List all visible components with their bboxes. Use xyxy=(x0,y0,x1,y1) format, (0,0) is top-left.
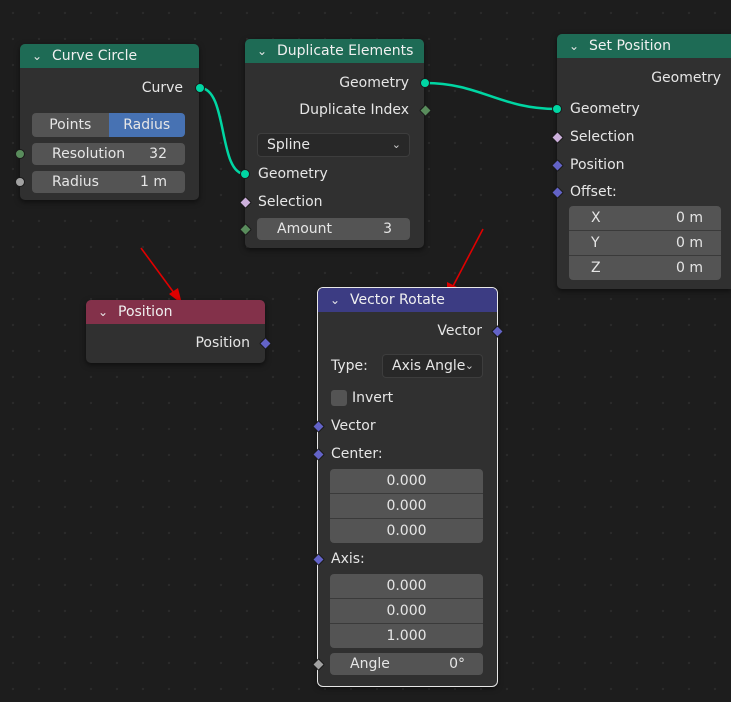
input-vector-label: Vector xyxy=(331,418,376,434)
center-x-field[interactable]: 0.000 xyxy=(330,469,483,494)
type-value: Axis Angle xyxy=(392,358,466,374)
offset-x-label: X xyxy=(591,210,601,226)
resolution-field[interactable]: Resolution 32 xyxy=(32,143,185,165)
offset-y-value: 0 m xyxy=(676,235,703,251)
output-geometry-label: Geometry xyxy=(651,70,721,86)
radius-socket[interactable] xyxy=(15,177,25,187)
radius-value: 1 m xyxy=(140,174,167,190)
axis-vector-fields[interactable]: 0.000 0.000 1.000 xyxy=(330,574,483,648)
chevron-down-icon[interactable]: ⌄ xyxy=(569,34,579,58)
set-position-node[interactable]: ⌄ Set Position Geometry Geometry Selecti… xyxy=(551,34,731,289)
offset-x-value: 0 m xyxy=(676,210,703,226)
axis-label: Axis: xyxy=(331,551,365,567)
node-title: Vector Rotate xyxy=(350,292,445,308)
resolution-label: Resolution xyxy=(52,146,126,162)
input-geometry-socket[interactable] xyxy=(552,104,562,114)
input-selection-label: Selection xyxy=(258,194,323,210)
axis-x-field[interactable]: 0.000 xyxy=(330,574,483,599)
mode-radius-button[interactable]: Radius xyxy=(108,113,185,137)
offset-z-field[interactable]: Z 0 m xyxy=(569,256,721,280)
invert-label: Invert xyxy=(352,390,394,406)
position-node[interactable]: ⌄ Position Position xyxy=(86,300,272,363)
dropdown-arrow-icon: ⌄ xyxy=(391,138,401,151)
type-label: Type: xyxy=(331,358,368,374)
vector-rotate-node[interactable]: ⌄ Vector Rotate Vector Type: Axis Angle … xyxy=(312,287,504,687)
angle-field[interactable]: Angle 0° xyxy=(330,653,483,675)
dropdown-arrow-icon: ⌄ xyxy=(464,359,474,372)
position-header[interactable]: ⌄ Position xyxy=(86,300,265,324)
output-position-label: Position xyxy=(195,335,250,351)
amount-value: 3 xyxy=(383,221,392,237)
node-title: Position xyxy=(118,304,173,320)
annotation-arrow-right xyxy=(447,228,484,297)
resolution-socket[interactable] xyxy=(15,149,25,159)
offset-z-label: Z xyxy=(591,260,601,276)
resolution-value: 32 xyxy=(149,146,167,162)
output-curve-label: Curve xyxy=(141,80,183,96)
input-geometry-label: Geometry xyxy=(570,101,640,117)
input-geometry-socket[interactable] xyxy=(240,169,250,179)
output-vector-label: Vector xyxy=(437,323,482,339)
radius-label: Radius xyxy=(52,174,99,190)
link-geometry-to-geometry xyxy=(424,81,558,111)
duplicate-elements-header[interactable]: ⌄ Duplicate Elements xyxy=(245,39,424,63)
invert-checkbox[interactable] xyxy=(331,390,347,406)
type-dropdown[interactable]: Axis Angle ⌄ xyxy=(382,354,483,378)
center-label: Center: xyxy=(331,446,383,462)
curve-circle-header[interactable]: ⌄ Curve Circle xyxy=(20,44,199,68)
set-position-header[interactable]: ⌄ Set Position xyxy=(557,34,731,58)
node-title: Duplicate Elements xyxy=(277,43,414,59)
amount-field[interactable]: Amount 3 xyxy=(257,218,410,240)
output-geometry-label: Geometry xyxy=(339,75,409,91)
offset-z-value: 0 m xyxy=(676,260,703,276)
input-geometry-label: Geometry xyxy=(258,166,328,182)
angle-value: 0° xyxy=(449,656,465,672)
amount-label: Amount xyxy=(277,221,333,237)
chevron-down-icon[interactable]: ⌄ xyxy=(32,44,42,68)
center-vector-fields[interactable]: 0.000 0.000 0.000 xyxy=(330,469,483,543)
input-position-label: Position xyxy=(570,157,625,173)
output-duplicate-index-label: Duplicate Index xyxy=(299,102,409,118)
link-curve-to-geometry xyxy=(199,86,246,176)
angle-label: Angle xyxy=(350,656,390,672)
chevron-down-icon[interactable]: ⌄ xyxy=(330,288,340,312)
vector-rotate-header[interactable]: ⌄ Vector Rotate xyxy=(318,288,497,312)
center-y-field[interactable]: 0.000 xyxy=(330,494,483,519)
node-title: Curve Circle xyxy=(52,48,138,64)
output-curve-socket[interactable] xyxy=(195,83,205,93)
output-geometry-socket[interactable] xyxy=(420,78,430,88)
axis-y-field[interactable]: 0.000 xyxy=(330,599,483,624)
mode-points-button[interactable]: Points xyxy=(32,113,109,137)
curve-circle-node[interactable]: ⌄ Curve Circle Curve Points Radius Resol… xyxy=(15,44,205,200)
domain-dropdown[interactable]: Spline ⌄ xyxy=(257,133,410,157)
mode-toggle[interactable]: Points Radius xyxy=(32,113,185,137)
annotation-arrow-left xyxy=(140,247,182,304)
input-offset-label: Offset: xyxy=(570,184,617,200)
offset-vector-fields[interactable]: X 0 m Y 0 m Z 0 m xyxy=(569,206,721,280)
offset-y-field[interactable]: Y 0 m xyxy=(569,231,721,256)
node-title: Set Position xyxy=(589,38,671,54)
offset-x-field[interactable]: X 0 m xyxy=(569,206,721,231)
input-selection-label: Selection xyxy=(570,129,635,145)
radius-field[interactable]: Radius 1 m xyxy=(32,171,185,193)
chevron-down-icon[interactable]: ⌄ xyxy=(257,39,267,63)
offset-y-label: Y xyxy=(591,235,600,251)
chevron-down-icon[interactable]: ⌄ xyxy=(98,300,108,324)
duplicate-elements-node[interactable]: ⌄ Duplicate Elements Geometry Duplicate … xyxy=(239,39,432,248)
center-z-field[interactable]: 0.000 xyxy=(330,519,483,543)
domain-value: Spline xyxy=(267,137,311,153)
axis-z-field[interactable]: 1.000 xyxy=(330,624,483,648)
